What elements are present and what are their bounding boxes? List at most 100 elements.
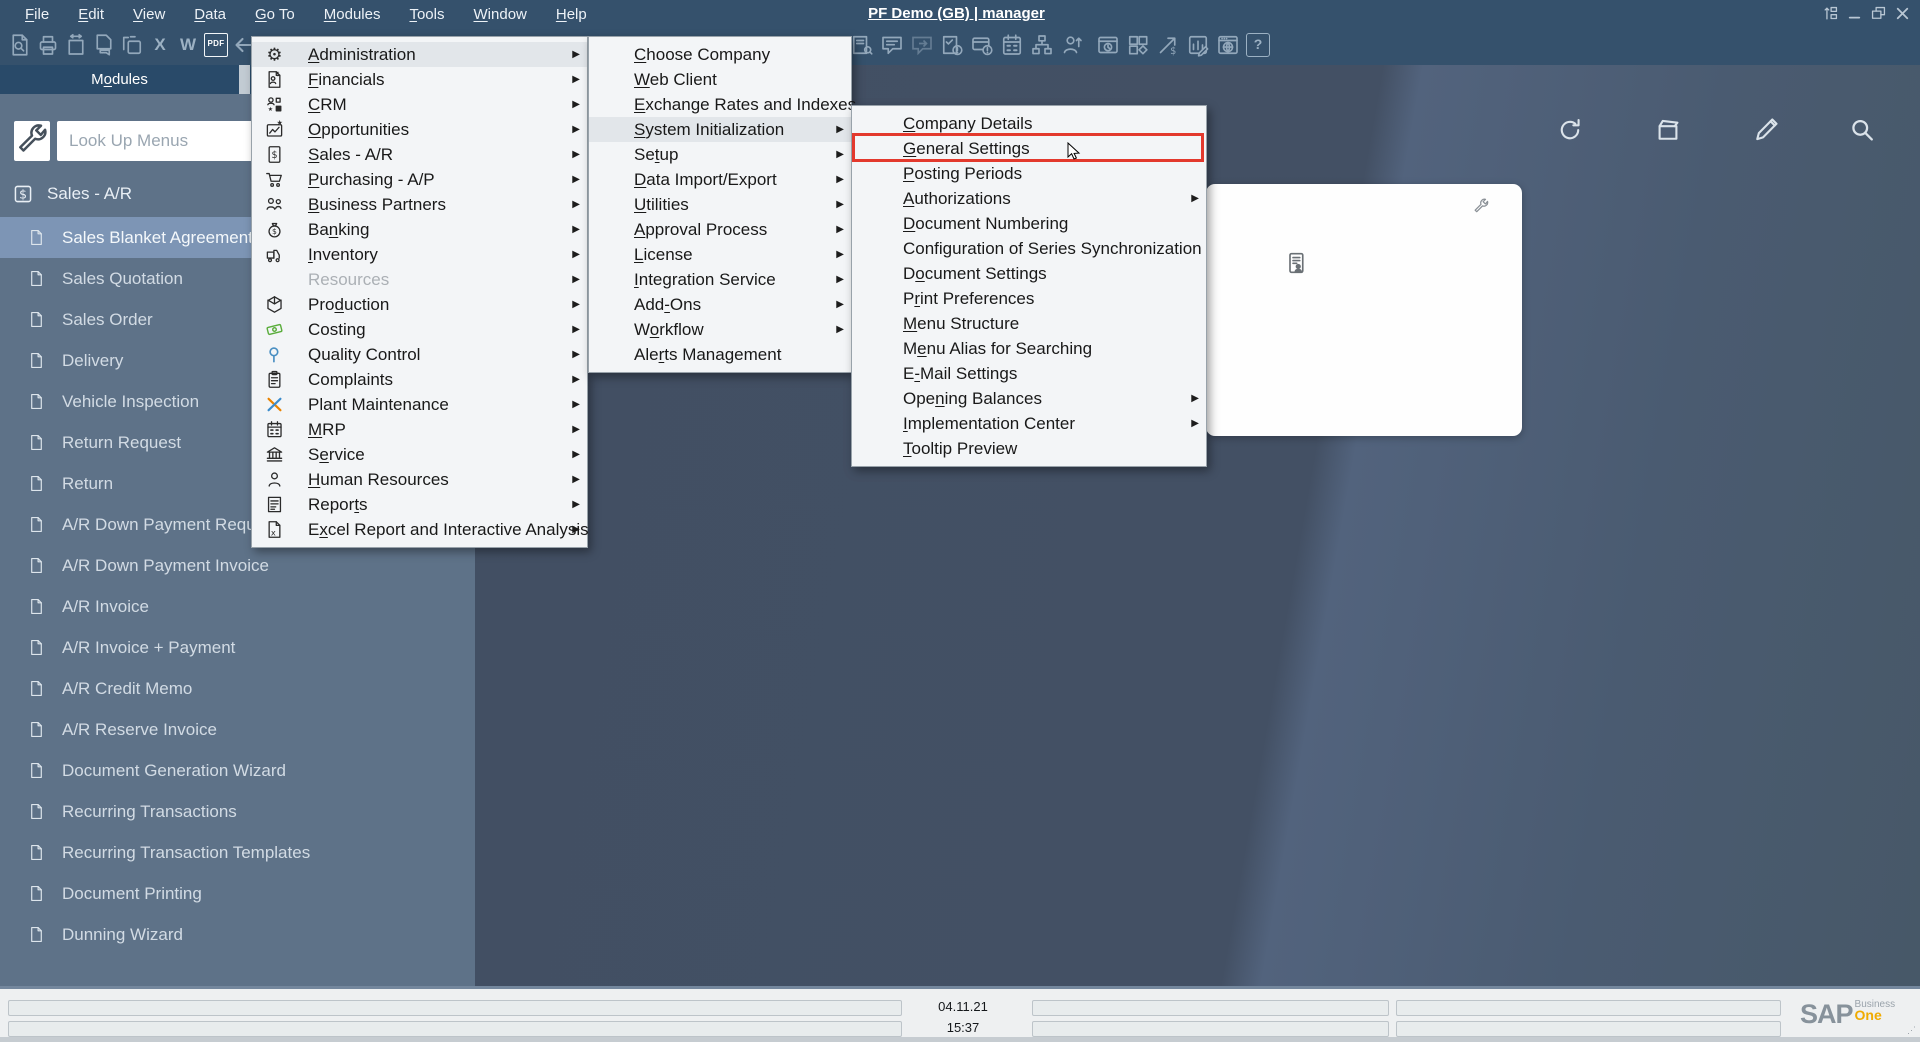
pdf-icon[interactable]: PDF (204, 33, 228, 57)
menu-item-system-initialization[interactable]: System Initialization▶ (589, 117, 851, 142)
doc-chat-icon[interactable] (92, 33, 116, 57)
menubar-item-help[interactable]: Help (545, 0, 598, 29)
menu-item-authorizations[interactable]: Authorizations▶ (852, 186, 1206, 211)
cockpit-widget-card[interactable] (1206, 184, 1522, 436)
menubar-item-go-to[interactable]: Go To (244, 0, 306, 29)
web-browser-icon[interactable] (1216, 33, 1240, 57)
calendar-icon[interactable] (1000, 33, 1024, 57)
menu-item-complaints[interactable]: Complaints▶ (252, 367, 587, 392)
menu-item-posting-periods[interactable]: Posting Periods (852, 161, 1206, 186)
menu-item-resources[interactable]: Resources▶ (252, 267, 587, 292)
sidebar-item-a-r-credit-memo[interactable]: A/R Credit Memo (0, 668, 475, 709)
doc-export-icon[interactable] (64, 33, 88, 57)
menubar-item-tools[interactable]: Tools (398, 0, 455, 29)
menu-item-purchasing-a-p[interactable]: Purchasing - A/P▶ (252, 167, 587, 192)
menu-item-banking[interactable]: $Banking▶ (252, 217, 587, 242)
window-clock-icon[interactable] (1096, 33, 1120, 57)
word-icon[interactable]: W (176, 33, 200, 57)
print-icon[interactable] (36, 33, 60, 57)
menu-settings-button[interactable] (14, 121, 50, 161)
person-export-icon[interactable] (1060, 33, 1084, 57)
restore-icon[interactable] (1869, 4, 1888, 23)
menu-item-menu-structure[interactable]: Menu Structure (852, 311, 1206, 336)
menu-item-human-resources[interactable]: Human Resources▶ (252, 467, 587, 492)
menu-item-sales-a-r[interactable]: $Sales - A/R▶ (252, 142, 587, 167)
menu-item-tooltip-preview[interactable]: Tooltip Preview (852, 436, 1206, 461)
menu-item-implementation-center[interactable]: Implementation Center▶ (852, 411, 1206, 436)
menu-item-data-import-export[interactable]: Data Import/Export▶ (589, 167, 851, 192)
remarks-chat-icon[interactable] (880, 33, 904, 57)
form-settings-icon[interactable] (850, 33, 874, 57)
sidebar-item-document-generation-wizard[interactable]: Document Generation Wizard (0, 750, 475, 791)
wrench-icon[interactable] (1472, 198, 1490, 216)
menu-item-service[interactable]: Service▶ (252, 442, 587, 467)
menu-item-costing[interactable]: Costing▶ (252, 317, 587, 342)
print-preview-icon[interactable] (8, 33, 32, 57)
menu-item-excel-report-and-interactive-analysis[interactable]: xExcel Report and Interactive Analysis▶ (252, 517, 587, 542)
menu-item-print-preferences[interactable]: Print Preferences (852, 286, 1206, 311)
arrange-windows-icon[interactable] (1821, 4, 1840, 23)
edit-pencil-icon[interactable] (1752, 116, 1780, 144)
sidebar-item-a-r-down-payment-invoice[interactable]: A/R Down Payment Invoice (0, 545, 475, 586)
menu-item-administration[interactable]: ⚙Administration▶ (252, 42, 587, 67)
menu-item-e-mail-settings[interactable]: E-Mail Settings (852, 361, 1206, 386)
sidebar-item-a-r-invoice-payment[interactable]: A/R Invoice + Payment (0, 627, 475, 668)
resize-grip[interactable]: ⋰ (1907, 1025, 1917, 1035)
menu-item-web-client[interactable]: Web Client (589, 67, 851, 92)
menu-item-financials[interactable]: $Financials▶ (252, 67, 587, 92)
menu-item-inventory[interactable]: Inventory▶ (252, 242, 587, 267)
menu-item-document-settings[interactable]: Document Settings (852, 261, 1206, 286)
payment-alert-icon[interactable] (970, 33, 994, 57)
menubar-item-file[interactable]: File (14, 0, 60, 29)
menu-item-menu-alias-for-searching[interactable]: Menu Alias for Searching (852, 336, 1206, 361)
menu-item-opening-balances[interactable]: Opening Balances▶ (852, 386, 1206, 411)
excel-icon[interactable]: X (148, 33, 172, 57)
menu-item-plant-maintenance[interactable]: Plant Maintenance▶ (252, 392, 587, 417)
refresh-icon[interactable] (1556, 116, 1584, 144)
menu-item-production[interactable]: Production▶ (252, 292, 587, 317)
sidebar-section-label: Sales - A/R (47, 184, 132, 204)
exchange-rate-icon[interactable]: $ (1156, 33, 1180, 57)
sidebar-item-document-printing[interactable]: Document Printing (0, 873, 475, 914)
minimize-icon[interactable] (1845, 4, 1864, 23)
menubar-item-view[interactable]: View (122, 0, 176, 29)
tiles-icon[interactable] (1126, 33, 1150, 57)
menubar-item-modules[interactable]: Modules (313, 0, 392, 29)
tab-modules[interactable]: Modules (0, 65, 239, 94)
org-chart-icon[interactable] (1030, 33, 1054, 57)
menu-item-quality-control[interactable]: Quality Control▶ (252, 342, 587, 367)
menu-item-opportunities[interactable]: ★Opportunities▶ (252, 117, 587, 142)
approval-alert-icon[interactable] (940, 33, 964, 57)
sidebar-item-recurring-transaction-templates[interactable]: Recurring Transaction Templates (0, 832, 475, 873)
sidebar-item-a-r-invoice[interactable]: A/R Invoice (0, 586, 475, 627)
close-icon[interactable] (1893, 4, 1912, 23)
help-icon[interactable]: ? (1246, 33, 1270, 57)
menu-item-document-numbering[interactable]: Document Numbering (852, 211, 1206, 236)
widget-box-icon[interactable] (1654, 116, 1682, 144)
menubar-item-edit[interactable]: Edit (67, 0, 115, 29)
menu-item-integration-service[interactable]: Integration Service▶ (589, 267, 851, 292)
menu-item-reports[interactable]: Reports▶ (252, 492, 587, 517)
menubar-item-window[interactable]: Window (463, 0, 538, 29)
menu-item-workflow[interactable]: Workflow▶ (589, 317, 851, 342)
chat-forward-icon[interactable] (910, 33, 934, 57)
sidebar-item-recurring-transactions[interactable]: Recurring Transactions (0, 791, 475, 832)
menu-item-license[interactable]: License▶ (589, 242, 851, 267)
menu-item-configuration-of-series-synchronization[interactable]: Configuration of Series Synchronization (852, 236, 1206, 261)
menu-item-alerts-management[interactable]: Alerts Management (589, 342, 851, 367)
sidebar-item-dunning-wizard[interactable]: Dunning Wizard (0, 914, 475, 955)
menu-item-approval-process[interactable]: Approval Process▶ (589, 217, 851, 242)
copy-icon[interactable] (120, 33, 144, 57)
menu-item-mrp[interactable]: MRP▶ (252, 417, 587, 442)
menubar-item-data[interactable]: Data (183, 0, 237, 29)
search-icon[interactable] (1848, 116, 1876, 144)
menu-item-setup[interactable]: Setup▶ (589, 142, 851, 167)
menu-item-add-ons[interactable]: Add-Ons▶ (589, 292, 851, 317)
menu-item-exchange-rates-and-indexes[interactable]: Exchange Rates and Indexes (589, 92, 851, 117)
report-edit-icon[interactable] (1186, 33, 1210, 57)
menu-item-business-partners[interactable]: Business Partners▶ (252, 192, 587, 217)
menu-item-crm[interactable]: ★CRM▶ (252, 92, 587, 117)
menu-item-utilities[interactable]: Utilities▶ (589, 192, 851, 217)
sidebar-item-a-r-reserve-invoice[interactable]: A/R Reserve Invoice (0, 709, 475, 750)
menu-item-choose-company[interactable]: Choose Company (589, 42, 851, 67)
